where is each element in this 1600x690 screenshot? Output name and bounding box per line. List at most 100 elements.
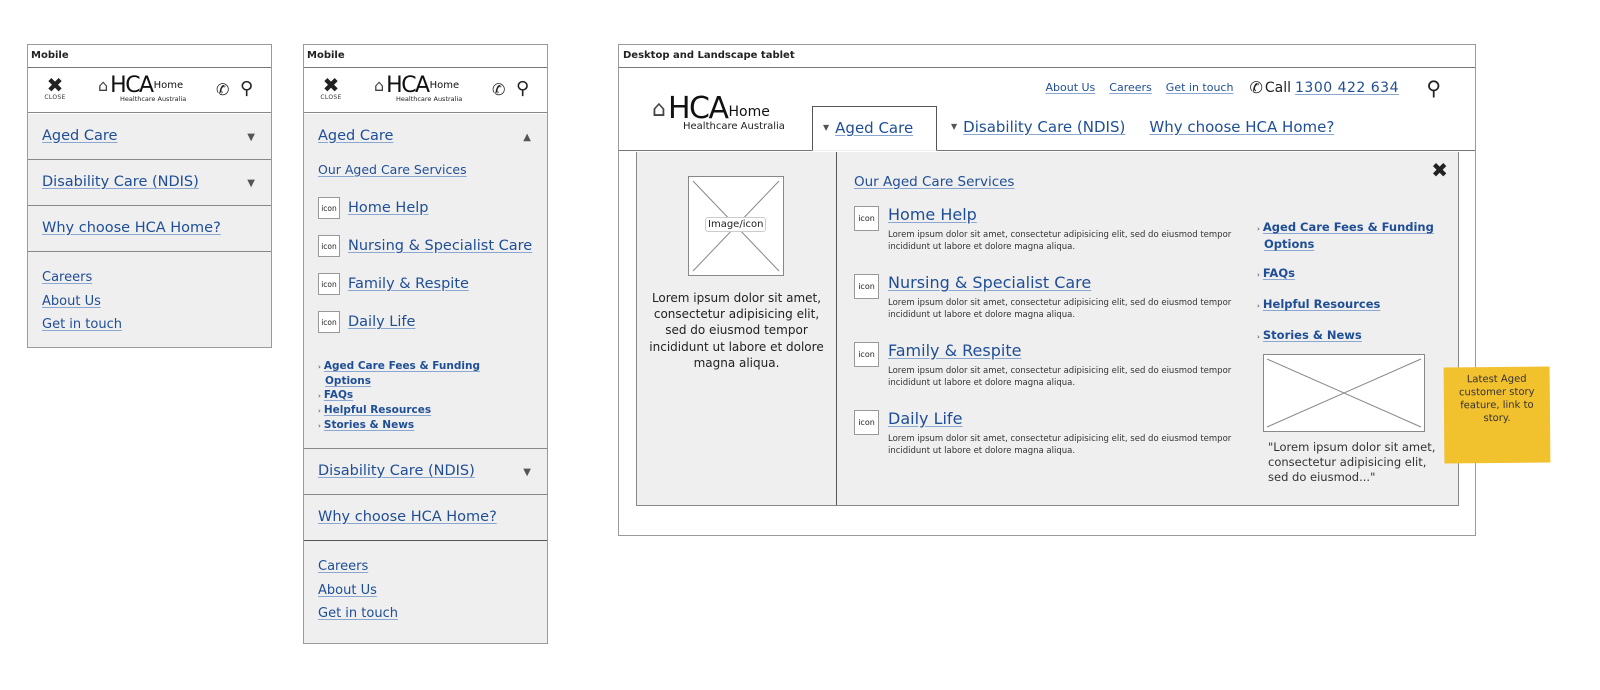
link-fees-funding-cont[interactable]: Options <box>1264 237 1314 251</box>
nav-why-choose[interactable]: Why choose HCA Home? <box>304 495 547 541</box>
link-helpful-resources[interactable]: Helpful Resources <box>324 404 431 416</box>
close-icon: ✖ <box>322 73 340 97</box>
link-get-in-touch[interactable]: Get in touch <box>318 606 398 621</box>
side-links: › Aged Care Fees & Funding Options › FAQs ›… <box>1257 220 1437 359</box>
tab-aged-care-link[interactable]: Aged Care <box>835 119 913 137</box>
caret-up-icon[interactable]: ▲ <box>523 132 531 143</box>
link-about-us[interactable]: About Us <box>318 583 377 598</box>
services-heading-link[interactable]: Our Aged Care Services <box>318 162 467 177</box>
service-link[interactable]: Home Help <box>888 205 977 224</box>
phone-icon[interactable]: ✆ <box>492 80 505 99</box>
tab-disability-care[interactable]: ▼ Disability Care (NDIS) <box>941 106 1135 151</box>
link-faqs[interactable]: FAQs <box>1263 266 1295 280</box>
phone-icon[interactable]: ✆ <box>216 80 229 99</box>
nav-disability-care-link[interactable]: Disability Care (NDIS) <box>318 463 475 479</box>
nav-why-choose[interactable]: Why choose HCA Home? <box>28 206 271 252</box>
aged-care-sublinks: › Aged Care Fees & Funding Options › FAQs … <box>318 359 533 433</box>
service-link[interactable]: Daily Life <box>888 409 962 428</box>
service-link[interactable]: Nursing & Specialist Care <box>888 273 1091 292</box>
mobile-menu: Aged Care ▼ Disability Care (NDIS) ▼ Why… <box>28 114 271 347</box>
link-fees-funding[interactable]: Aged Care Fees & Funding <box>1263 220 1434 234</box>
link-fees-funding[interactable]: Aged Care Fees & Funding <box>324 360 480 372</box>
tab-disability-care-link[interactable]: Disability Care (NDIS) <box>963 118 1125 136</box>
logo-main: HCA <box>667 91 729 126</box>
service-item: icon Nursing & Specialist Care Lorem ips… <box>854 272 1234 340</box>
image-placeholder: Image/icon <box>688 176 784 276</box>
nav-why-choose-link[interactable]: Why choose HCA Home? <box>318 509 497 525</box>
search-icon[interactable]: ⚲ <box>516 78 529 99</box>
mobile-header: ✖ CLOSE ⌂ HCA Home Healthcare Australia … <box>304 68 547 113</box>
desktop-frame: Desktop and Landscape tablet ⌂ HCA Home … <box>618 44 1476 536</box>
tab-why-choose-link[interactable]: Why choose HCA Home? <box>1149 118 1334 136</box>
utility-nav: About Us Careers Get in touch ✆ Call 130… <box>1031 78 1399 97</box>
service-icon: icon <box>318 235 340 257</box>
logo-home: Home <box>728 104 770 120</box>
link-stories-news[interactable]: Stories & News <box>1263 328 1362 342</box>
story-image-placeholder[interactable] <box>1263 354 1425 432</box>
desktop-header: ⌂ HCA Home Healthcare Australia About Us… <box>619 68 1475 151</box>
house-icon: ⌂ <box>374 76 385 95</box>
link-get-in-touch[interactable]: Get in touch <box>42 317 122 332</box>
chevron-right-icon: › <box>318 392 321 400</box>
service-link[interactable]: Daily Life <box>348 314 415 330</box>
nav-aged-care[interactable]: Aged Care ▼ <box>28 114 271 160</box>
tab-aged-care[interactable]: ▼ Aged Care <box>812 106 937 151</box>
link-stories-news[interactable]: Stories & News <box>324 419 414 431</box>
search-icon[interactable]: ⚲ <box>1426 76 1441 100</box>
service-link[interactable]: Family & Respite <box>888 341 1021 360</box>
caret-down-icon[interactable]: ▼ <box>523 467 531 478</box>
nav-disability-care[interactable]: Disability Care (NDIS) ▼ <box>304 449 547 495</box>
frame-label: Mobile <box>28 45 271 68</box>
image-placeholder-label: Image/icon <box>705 217 767 232</box>
service-item: icon Family & Respite Lorem ipsum dolor … <box>854 340 1234 408</box>
close-label: CLOSE <box>320 94 342 101</box>
service-item[interactable]: icon Daily Life <box>318 303 533 341</box>
frame-label: Desktop and Landscape tablet <box>619 45 1475 68</box>
link-get-in-touch[interactable]: Get in touch <box>1166 81 1234 94</box>
close-button[interactable]: ✖ CLOSE <box>314 73 348 101</box>
logo-sub: Healthcare Australia <box>396 95 463 103</box>
service-item[interactable]: icon Home Help <box>318 189 533 227</box>
link-about-us[interactable]: About Us <box>42 294 101 309</box>
link-fees-funding-cont[interactable]: Options <box>325 375 371 387</box>
story-quote: "Lorem ipsum dolor sit amet, consectetur… <box>1268 440 1436 484</box>
service-item: icon Home Help Lorem ipsum dolor sit ame… <box>854 204 1234 272</box>
nav-aged-care[interactable]: Aged Care ▲ <box>318 128 533 144</box>
house-icon: ⌂ <box>98 76 109 95</box>
mobile-collapsed-frame: Mobile ✖ CLOSE ⌂ HCA Home Healthcare Aus… <box>27 44 272 348</box>
service-icon: icon <box>854 206 879 231</box>
call-label: Call <box>1264 79 1292 96</box>
logo-sub: Healthcare Australia <box>120 95 187 103</box>
link-careers[interactable]: Careers <box>1109 81 1152 94</box>
nav-aged-care-link[interactable]: Aged Care <box>318 128 393 144</box>
nav-why-choose-link[interactable]: Why choose HCA Home? <box>42 220 221 236</box>
service-link[interactable]: Nursing & Specialist Care <box>348 238 532 254</box>
caret-down-icon[interactable]: ▼ <box>247 132 255 143</box>
caret-down-icon[interactable]: ▼ <box>247 178 255 189</box>
service-description: Lorem ipsum dolor sit amet, consectetur … <box>888 298 1232 320</box>
service-item[interactable]: icon Family & Respite <box>318 265 533 303</box>
close-button[interactable]: ✖ CLOSE <box>38 75 72 101</box>
logo[interactable]: ⌂ HCA Home Healthcare Australia <box>98 74 186 103</box>
service-link[interactable]: Home Help <box>348 200 429 216</box>
service-link[interactable]: Family & Respite <box>348 276 469 292</box>
logo[interactable]: ⌂ HCA Home Healthcare Australia <box>374 74 462 103</box>
link-careers[interactable]: Careers <box>318 559 368 574</box>
link-helpful-resources[interactable]: Helpful Resources <box>1263 297 1380 311</box>
nav-disability-care[interactable]: Disability Care (NDIS) ▼ <box>28 160 271 206</box>
phone-number-link[interactable]: 1300 422 634 <box>1295 80 1399 96</box>
nav-aged-care-link[interactable]: Aged Care <box>42 128 117 144</box>
story-image-cross <box>1266 358 1422 428</box>
chevron-right-icon: › <box>318 422 321 430</box>
logo[interactable]: ⌂ HCA Home Healthcare Australia <box>652 91 785 133</box>
link-about-us[interactable]: About Us <box>1045 81 1095 94</box>
tab-why-choose[interactable]: Why choose HCA Home? <box>1139 106 1344 151</box>
service-item[interactable]: icon Nursing & Specialist Care <box>318 227 533 265</box>
link-careers[interactable]: Careers <box>42 270 92 285</box>
logo-home: Home <box>153 80 184 91</box>
search-icon[interactable]: ⚲ <box>240 78 253 99</box>
services-heading-link[interactable]: Our Aged Care Services <box>854 174 1014 190</box>
nav-disability-care-link[interactable]: Disability Care (NDIS) <box>42 174 199 190</box>
link-faqs[interactable]: FAQs <box>324 389 353 401</box>
close-icon[interactable]: ✖ <box>1431 158 1448 182</box>
